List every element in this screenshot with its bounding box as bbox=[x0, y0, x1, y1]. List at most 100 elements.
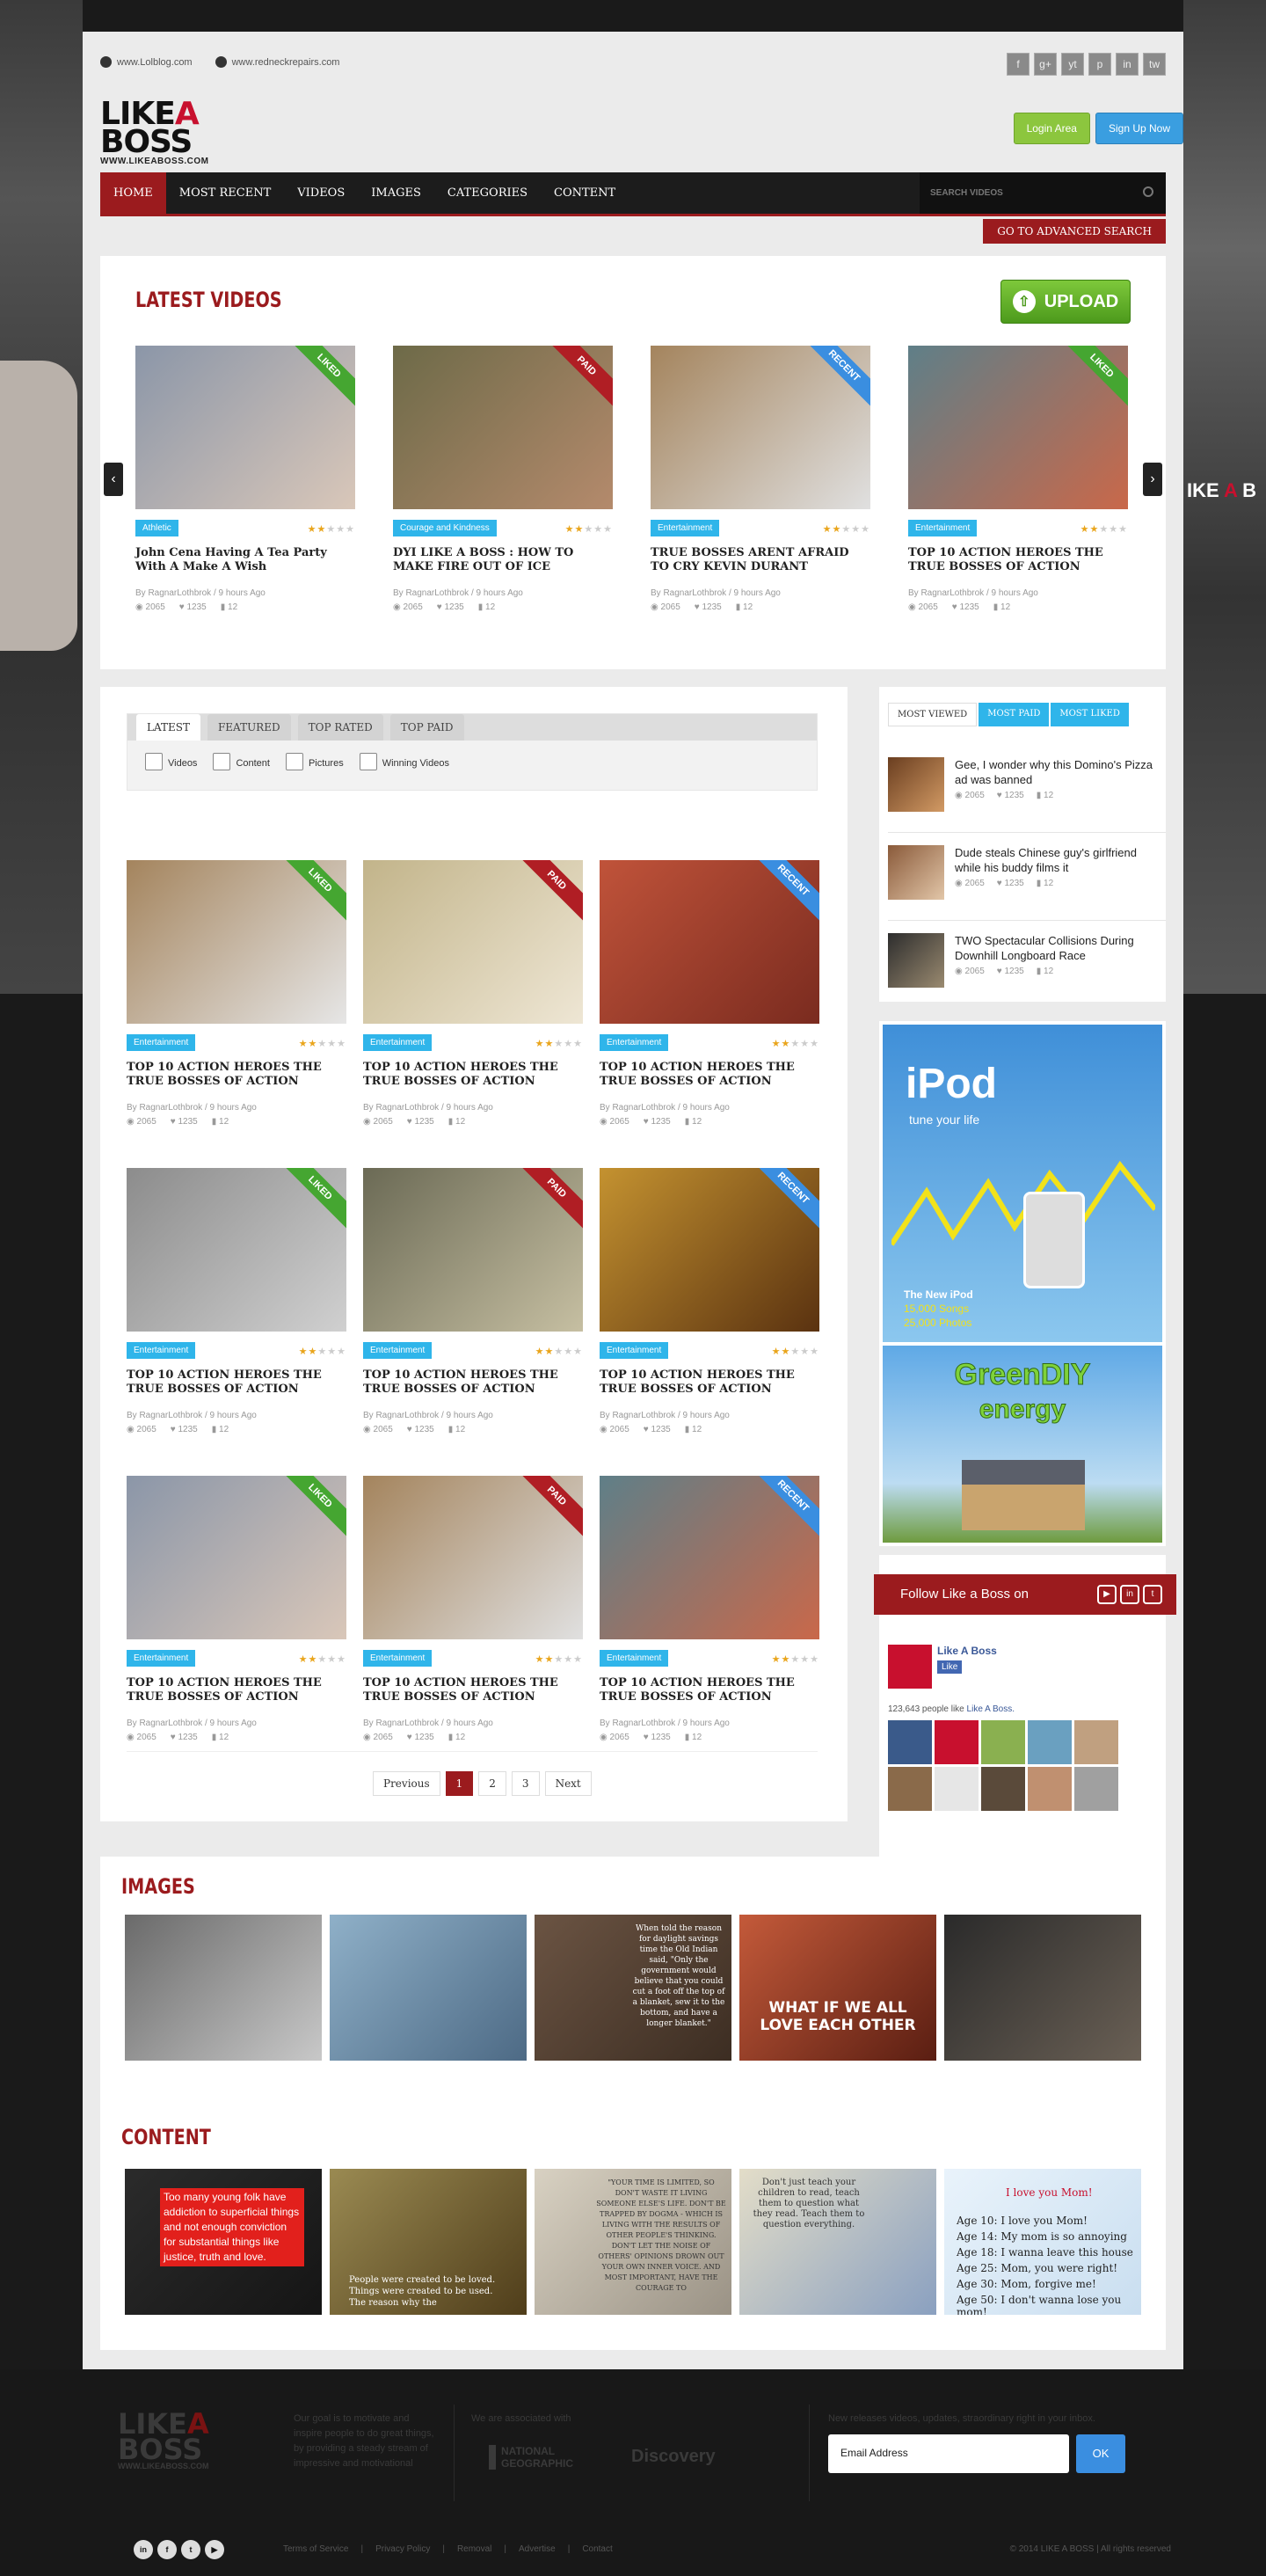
footer-link-contact[interactable]: Contact bbox=[582, 2544, 612, 2554]
fan-avatar[interactable] bbox=[888, 1720, 932, 1764]
category-tag[interactable]: Entertainment bbox=[600, 1034, 669, 1051]
video-card[interactable]: RECENT Entertainment ★★★★★ TOP 10 ACTION… bbox=[600, 1168, 819, 1434]
search-input[interactable]: SEARCH VIDEOS bbox=[920, 172, 1166, 214]
popular-title[interactable]: TWO Spectacular Collisions During Downhi… bbox=[955, 933, 1166, 963]
carousel-next-arrow[interactable]: › bbox=[1143, 463, 1162, 496]
twitter-icon[interactable]: tw bbox=[1143, 53, 1166, 76]
video-card[interactable]: RECENT Entertainment ★★★★★ TOP 10 ACTION… bbox=[600, 860, 819, 1127]
video-title[interactable]: TOP 10 ACTION HEROES THE TRUE BOSSES OF … bbox=[127, 1676, 346, 1704]
nav-images[interactable]: IMAGES bbox=[358, 172, 434, 214]
image-tile[interactable]: WHAT IF WE ALL LOVE EACH OTHER bbox=[739, 1915, 936, 2061]
video-thumbnail[interactable]: RECENT bbox=[600, 1168, 819, 1332]
video-card[interactable]: PAID Entertainment ★★★★★ TOP 10 ACTION H… bbox=[363, 860, 583, 1127]
video-card[interactable]: PAID Entertainment ★★★★★ TOP 10 ACTION H… bbox=[363, 1476, 583, 1742]
image-tile[interactable] bbox=[125, 1915, 322, 2061]
video-thumbnail[interactable]: PAID bbox=[363, 1168, 583, 1332]
tab-top-rated[interactable]: TOP RATED bbox=[297, 714, 383, 741]
youtube-icon[interactable]: ▶ bbox=[1097, 1585, 1117, 1604]
site-link[interactable]: www.redneckrepairs.com bbox=[215, 56, 340, 68]
category-tag[interactable]: Entertainment bbox=[600, 1342, 669, 1359]
content-tile[interactable]: I love you Mom! Age 10: I love you Mom! Ag… bbox=[944, 2169, 1141, 2315]
fan-avatar[interactable] bbox=[1028, 1767, 1072, 1811]
category-tag[interactable]: Athletic bbox=[135, 520, 178, 536]
video-card[interactable]: RECENT Entertainment ★★★★★ TRUE BOSSES A… bbox=[651, 346, 870, 612]
youtube-icon[interactable]: yt bbox=[1061, 53, 1084, 76]
fan-avatar[interactable] bbox=[1074, 1767, 1118, 1811]
google-plus-icon[interactable]: g+ bbox=[1034, 53, 1057, 76]
popular-thumbnail[interactable] bbox=[888, 845, 944, 900]
nav-home[interactable]: HOME bbox=[100, 172, 166, 214]
login-button[interactable]: Login Area bbox=[1013, 113, 1090, 144]
video-card[interactable]: LIKED Entertainment ★★★★★ TOP 10 ACTION … bbox=[127, 860, 346, 1127]
category-tag[interactable]: Entertainment bbox=[908, 520, 978, 536]
search-icon[interactable] bbox=[1143, 186, 1153, 197]
video-title[interactable]: TOP 10 ACTION HEROES THE TRUE BOSSES OF … bbox=[908, 546, 1128, 574]
pinterest-icon[interactable]: p bbox=[1088, 53, 1111, 76]
category-tag[interactable]: Entertainment bbox=[363, 1034, 433, 1051]
fan-avatar[interactable] bbox=[935, 1720, 979, 1764]
twitter-icon[interactable]: t bbox=[181, 2540, 200, 2559]
image-tile[interactable]: When told the reason for daylight saving… bbox=[535, 1915, 731, 2061]
pager-previous[interactable]: Previous bbox=[373, 1771, 440, 1796]
pager-page-2[interactable]: 2 bbox=[478, 1771, 506, 1796]
fan-avatar[interactable] bbox=[1028, 1720, 1072, 1764]
video-card[interactable]: LIKED Entertainment ★★★★★ TOP 10 ACTION … bbox=[127, 1476, 346, 1742]
video-thumbnail[interactable]: PAID bbox=[393, 346, 613, 509]
nav-videos[interactable]: VIDEOS bbox=[284, 172, 358, 214]
content-tile[interactable]: People were created to be loved. Things … bbox=[330, 2169, 527, 2315]
facebook-icon[interactable]: f bbox=[1007, 53, 1030, 76]
category-tag[interactable]: Entertainment bbox=[127, 1650, 196, 1667]
site-logo[interactable]: LIKEA BOSS WWW.LIKEABOSS.COM bbox=[100, 99, 209, 166]
discovery-logo[interactable]: Discovery bbox=[631, 2447, 716, 2467]
fb-page-name[interactable]: Like A Boss bbox=[937, 1645, 997, 1657]
image-tile[interactable] bbox=[330, 1915, 527, 2061]
popular-item[interactable]: Dude steals Chinese guy's girlfriend whi… bbox=[888, 845, 1166, 921]
youtube-icon[interactable]: ▶ bbox=[205, 2540, 224, 2559]
category-tag[interactable]: Entertainment bbox=[363, 1650, 433, 1667]
linkedin-icon[interactable]: in bbox=[1120, 1585, 1139, 1604]
footer-link-removal[interactable]: Removal bbox=[457, 2544, 491, 2554]
video-card[interactable]: PAID Courage and Kindness ★★★★★ DYI LIKE… bbox=[393, 346, 613, 612]
image-tile[interactable] bbox=[944, 1915, 1141, 2061]
tab-latest[interactable]: LATEST bbox=[136, 714, 200, 741]
filter-pictures-checkbox[interactable]: Pictures bbox=[286, 753, 344, 770]
video-thumbnail[interactable]: LIKED bbox=[127, 860, 346, 1024]
video-title[interactable]: TOP 10 ACTION HEROES THE TRUE BOSSES OF … bbox=[127, 1061, 346, 1089]
video-thumbnail[interactable]: LIKED bbox=[908, 346, 1128, 509]
content-tile[interactable]: "YOUR TIME IS LIMITED, SO DON'T WASTE IT… bbox=[535, 2169, 731, 2315]
category-tag[interactable]: Entertainment bbox=[651, 520, 720, 536]
video-title[interactable]: TOP 10 ACTION HEROES THE TRUE BOSSES OF … bbox=[600, 1676, 819, 1704]
tab-featured[interactable]: FEATURED bbox=[207, 714, 291, 741]
video-title[interactable]: TOP 10 ACTION HEROES THE TRUE BOSSES OF … bbox=[363, 1676, 583, 1704]
tab-top-paid[interactable]: TOP PAID bbox=[389, 714, 464, 741]
fan-avatar[interactable] bbox=[981, 1767, 1025, 1811]
footer-link-privacy[interactable]: Privacy Policy bbox=[375, 2544, 430, 2554]
nav-content[interactable]: CONTENT bbox=[541, 172, 629, 214]
video-title[interactable]: TOP 10 ACTION HEROES THE TRUE BOSSES OF … bbox=[600, 1061, 819, 1089]
category-tag[interactable]: Entertainment bbox=[127, 1034, 196, 1051]
popular-thumbnail[interactable] bbox=[888, 757, 944, 812]
video-thumbnail[interactable]: PAID bbox=[363, 860, 583, 1024]
fan-avatar[interactable] bbox=[888, 1767, 932, 1811]
facebook-icon[interactable]: f bbox=[157, 2540, 177, 2559]
fan-avatar[interactable] bbox=[935, 1767, 979, 1811]
linkedin-icon[interactable]: in bbox=[1116, 53, 1139, 76]
video-thumbnail[interactable]: RECENT bbox=[600, 860, 819, 1024]
video-thumbnail[interactable]: PAID bbox=[363, 1476, 583, 1639]
footer-logo[interactable]: LIKEA BOSS WWW.LIKEABOSS.COM bbox=[118, 2410, 209, 2470]
video-thumbnail[interactable]: LIKED bbox=[127, 1476, 346, 1639]
filter-videos-checkbox[interactable]: Videos bbox=[145, 753, 197, 770]
newsletter-ok-button[interactable]: OK bbox=[1076, 2434, 1125, 2473]
video-title[interactable]: TRUE BOSSES ARENT AFRAID TO CRY KEVIN DU… bbox=[651, 546, 870, 574]
video-title[interactable]: DYI LIKE A BOSS : HOW TO MAKE FIRE OUT O… bbox=[393, 546, 613, 574]
video-card[interactable]: PAID Entertainment ★★★★★ TOP 10 ACTION H… bbox=[363, 1168, 583, 1434]
tab-most-paid[interactable]: MOST PAID bbox=[979, 703, 1050, 726]
category-tag[interactable]: Entertainment bbox=[127, 1342, 196, 1359]
fan-avatar[interactable] bbox=[1074, 1720, 1118, 1764]
video-thumbnail[interactable]: LIKED bbox=[135, 346, 355, 509]
filter-winning-checkbox[interactable]: Winning Videos bbox=[360, 753, 449, 770]
popular-title[interactable]: Dude steals Chinese guy's girlfriend whi… bbox=[955, 845, 1166, 875]
video-thumbnail[interactable]: RECENT bbox=[651, 346, 870, 509]
category-tag[interactable]: Entertainment bbox=[363, 1342, 433, 1359]
pager-page-1[interactable]: 1 bbox=[445, 1771, 474, 1796]
